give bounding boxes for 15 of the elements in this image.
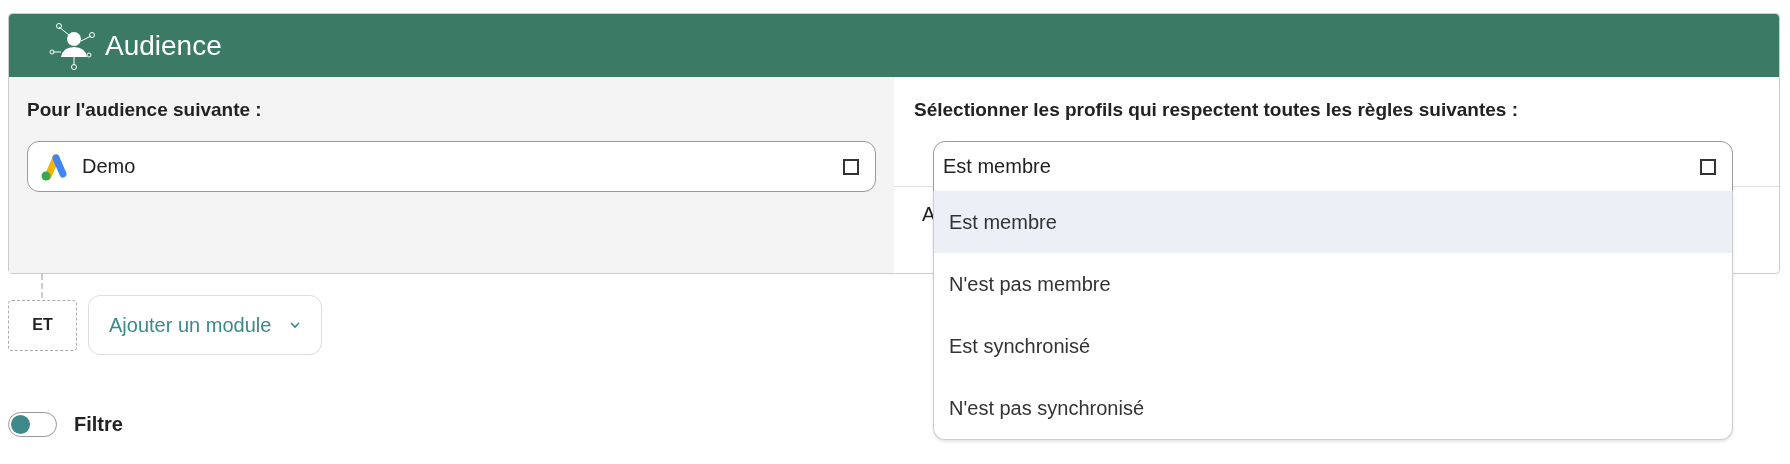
section-heading: Pour l'audience suivante :	[27, 99, 263, 121]
rule-select[interactable]: Est membre	[933, 141, 1733, 192]
dropdown-option[interactable]: Est synchronisé	[934, 315, 1732, 377]
audience-select[interactable]: Demo	[27, 141, 876, 192]
dropdown-option[interactable]: N'est pas membre	[934, 253, 1732, 315]
connector-label: ET	[8, 299, 77, 351]
square-icon	[843, 158, 859, 175]
section-heading: Sélectionner les profils qui respectent toutes les règles suivantes :	[913, 99, 1519, 121]
square-icon	[1700, 158, 1716, 175]
dropdown-option[interactable]: Est membre	[934, 191, 1732, 253]
dropdown-option[interactable]: N'est pas synchronisé	[934, 377, 1732, 439]
chevron-down-icon	[289, 321, 302, 329]
add-module-button[interactable]: Ajouter un module	[88, 295, 323, 355]
card-title: Audience	[105, 29, 222, 62]
filter-label: Filtre	[74, 413, 123, 436]
